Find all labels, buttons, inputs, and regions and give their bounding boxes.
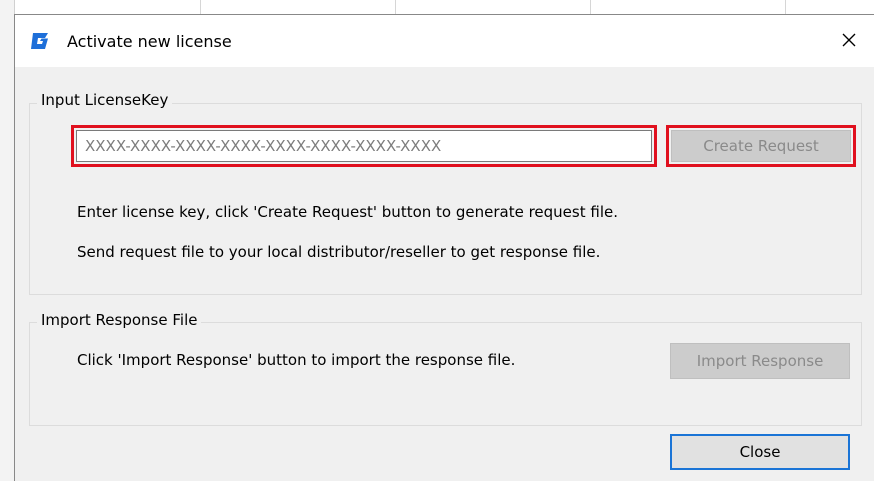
input-license-key-group-label: Input LicenseKey [37,91,173,109]
import-response-button[interactable]: Import Response [670,343,850,379]
close-button[interactable]: Close [670,434,850,470]
activate-license-dialog: Activate new license Input LicenseKey Cr… [14,14,874,481]
background-gridline [200,0,201,14]
window-title: Activate new license [67,32,232,51]
instruction-text-1: Enter license key, click 'Create Request… [77,203,618,221]
instruction-text-2: Send request file to your local distribu… [77,243,601,261]
background-gridline [590,0,591,14]
background-gridline [395,0,396,14]
background-panel-edge [0,0,15,481]
title-bar[interactable]: Activate new license [15,15,874,67]
background-gridline [785,0,786,14]
gstarcad-g-icon [31,33,48,49]
close-icon[interactable] [834,25,864,55]
import-response-file-group-label: Import Response File [37,311,202,329]
import-instruction-text: Click 'Import Response' button to import… [77,351,516,369]
create-request-button[interactable]: Create Request [671,130,851,162]
license-key-input[interactable] [76,130,652,162]
